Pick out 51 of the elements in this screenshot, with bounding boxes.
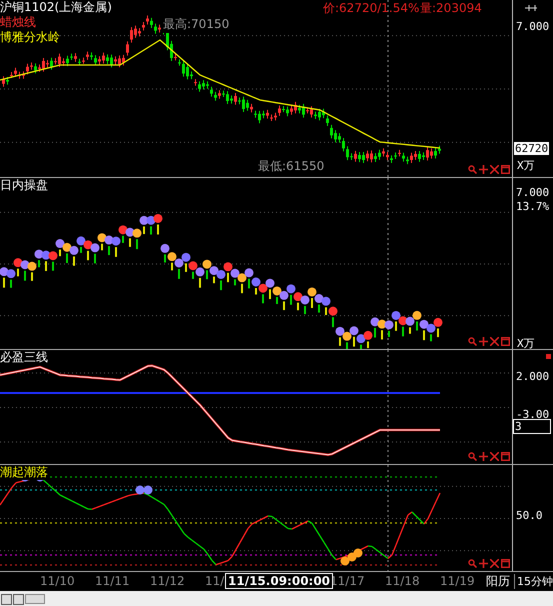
axis-label: 7.000 bbox=[516, 20, 550, 33]
scroll-button[interactable] bbox=[1, 594, 12, 604]
date-label: 11/11 bbox=[95, 574, 130, 588]
window-icon[interactable] bbox=[501, 452, 510, 461]
date-label: 11/19 bbox=[440, 574, 475, 588]
close-icon[interactable] bbox=[490, 337, 499, 346]
magnifier-icon[interactable] bbox=[468, 337, 477, 346]
price-tag: 62720 bbox=[513, 141, 550, 156]
window-icon[interactable] bbox=[501, 559, 510, 568]
magnifier-icon[interactable] bbox=[468, 165, 477, 174]
volume-value: 量:203094 bbox=[420, 0, 482, 17]
unit-label: X万 bbox=[517, 158, 535, 173]
magnifier-icon[interactable] bbox=[468, 452, 477, 461]
axis-label: 13.7% bbox=[516, 200, 550, 213]
date-label: 11/ bbox=[205, 574, 224, 588]
calendar-button[interactable]: 阳历 bbox=[486, 573, 514, 590]
horizontal-scrollbar[interactable] bbox=[0, 591, 553, 606]
date-label: 11/18 bbox=[385, 574, 420, 588]
instrument-title: 沪铜1102(上海金属) bbox=[0, 0, 112, 15]
indicator-title: 必盈三线 bbox=[0, 350, 48, 365]
date-label: 11/10 bbox=[40, 574, 75, 588]
legend-label: 蜡烛线 bbox=[0, 15, 37, 30]
marker-icon bbox=[546, 354, 551, 359]
plus-icon[interactable] bbox=[479, 337, 488, 346]
plus-icon[interactable] bbox=[479, 452, 488, 461]
axis-label: 7.000 bbox=[516, 186, 550, 199]
value-tag: 3 bbox=[513, 419, 551, 434]
indicator-title: 潮起潮落 bbox=[0, 465, 48, 480]
axis-label: 2.000 bbox=[516, 370, 550, 383]
close-icon[interactable] bbox=[490, 452, 499, 461]
high-price-label: 最高:70150 bbox=[162, 16, 230, 33]
axis-label: 50.0 bbox=[516, 509, 542, 522]
unit-label: X万 bbox=[517, 336, 535, 351]
date-label: 11/12 bbox=[150, 574, 185, 588]
axis-label: -3.00 bbox=[516, 408, 550, 421]
price-quote: 价:62720/1.54% bbox=[323, 0, 420, 17]
indicator-title: 日内操盘 bbox=[0, 178, 48, 193]
close-icon[interactable] bbox=[490, 559, 499, 568]
scroll-thumb[interactable] bbox=[25, 594, 45, 604]
magnifier-icon[interactable] bbox=[468, 559, 477, 568]
close-icon[interactable] bbox=[490, 165, 499, 174]
legend-label: 博雅分水岭 bbox=[0, 30, 61, 45]
period-button[interactable]: 15分钟 bbox=[514, 574, 553, 589]
plus-icon[interactable] bbox=[479, 559, 488, 568]
window-icon[interactable] bbox=[501, 165, 510, 174]
scroll-button[interactable] bbox=[13, 594, 24, 604]
low-price-label: 最低:61550 bbox=[258, 158, 324, 175]
plus-icon[interactable] bbox=[479, 165, 488, 174]
ruler-icon[interactable] bbox=[525, 5, 537, 11]
cursor-time-label: 11/15.09:00:00 bbox=[225, 573, 334, 589]
window-icon[interactable] bbox=[501, 337, 510, 346]
